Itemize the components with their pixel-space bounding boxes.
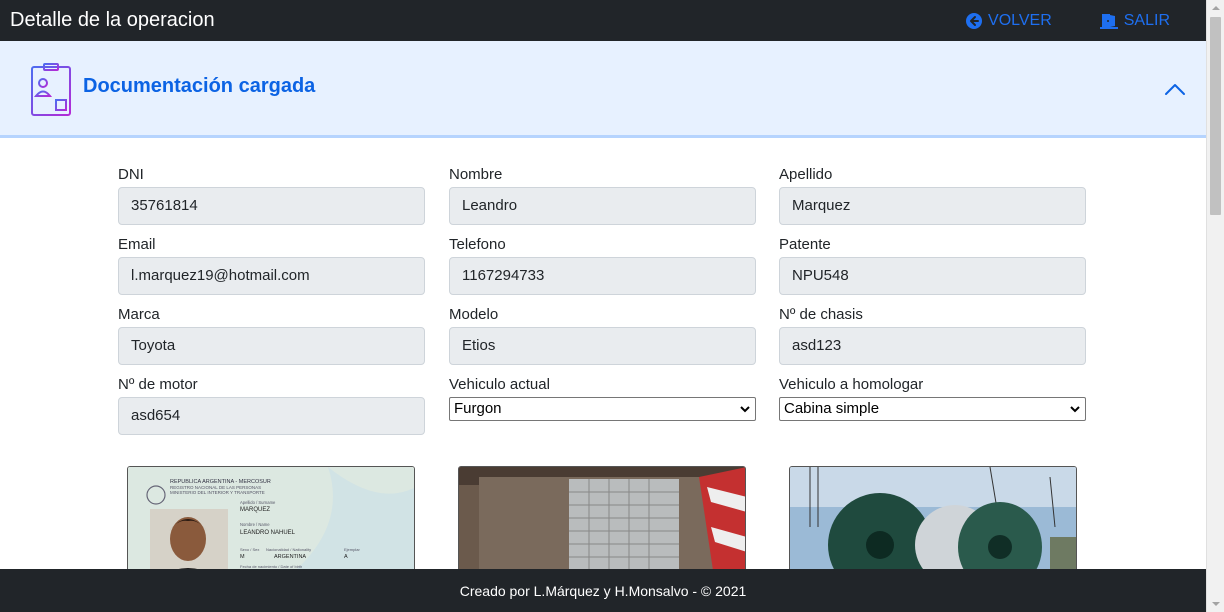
scrollbar-thumb[interactable] <box>1210 17 1221 215</box>
telefono-input[interactable]: 1167294733 <box>449 257 756 295</box>
chevron-down-icon <box>1070 406 1080 413</box>
nombre-input[interactable]: Leandro <box>449 187 756 225</box>
nombre-field-group: Nombre Leandro <box>449 165 756 225</box>
id-card-nacionalidad-label: Nacionalidad / Nationality <box>266 547 311 552</box>
marca-input[interactable]: Toyota <box>118 327 425 365</box>
vehiculo-actual-value: Furgon <box>454 400 502 417</box>
dni-input[interactable]: 35761814 <box>118 187 425 225</box>
accordion-title: Documentación cargada <box>83 75 316 97</box>
cable-reels-image <box>790 467 1076 575</box>
patente-input[interactable]: NPU548 <box>779 257 1086 295</box>
vehiculo-actual-select[interactable]: Furgon <box>449 397 756 421</box>
id-card-apellido-label: Apellido / Surname <box>240 500 276 505</box>
salir-label: SALIR <box>1123 11 1170 29</box>
email-field-group: Email l.marquez19@hotmail.com <box>118 235 425 295</box>
salir-button[interactable]: SALIR <box>1099 11 1170 30</box>
modelo-input[interactable]: Etios <box>449 327 756 365</box>
id-card-nacionalidad: ARGENTINA <box>274 554 306 560</box>
id-card-sexo: M <box>240 554 245 560</box>
patente-label: Patente <box>779 236 831 253</box>
dni-photo[interactable]: REPUBLICA ARGENTINA - MERCOSUR REGISTRO … <box>127 466 415 576</box>
chasis-input[interactable]: asd123 <box>779 327 1086 365</box>
id-card-apellido: MARQUEZ <box>240 507 270 513</box>
email-label: Email <box>118 236 156 253</box>
door-exit-icon <box>1099 13 1118 29</box>
id-card-icon <box>31 63 71 116</box>
top-navbar: Detalle de la operacion VOLVER SALIR <box>0 0 1206 41</box>
motor-input[interactable]: asd654 <box>118 397 425 435</box>
vehiculo-homologar-value: Cabina simple <box>784 400 880 417</box>
vehicle-floor-image <box>459 467 745 575</box>
marca-field-group: Marca Toyota <box>118 305 425 365</box>
nombre-label: Nombre <box>449 166 503 183</box>
dni-field-group: DNI 35761814 <box>118 165 425 225</box>
id-card-sexo-label: Sexo / Sex <box>240 547 259 552</box>
apellido-label: Apellido <box>779 166 833 183</box>
chasis-label: Nº de chasis <box>779 306 863 323</box>
telefono-label: Telefono <box>449 236 506 253</box>
vehiculo-homologar-field-group: Vehiculo a homologar Cabina simple <box>779 375 1086 421</box>
page-title: Detalle de la operacion <box>10 9 215 31</box>
marca-label: Marca <box>118 306 160 323</box>
apellido-field-group: Apellido Marquez <box>779 165 1086 225</box>
id-card-nombre: LEANDRO NAHUEL <box>240 530 296 536</box>
id-card-image: REPUBLICA ARGENTINA - MERCOSUR REGISTRO … <box>128 467 414 575</box>
chevron-up-icon[interactable] <box>1164 81 1186 97</box>
vehiculo-actual-label: Vehiculo actual <box>449 376 550 393</box>
vertical-scrollbar[interactable] <box>1206 0 1224 612</box>
navbar-actions: VOLVER SALIR <box>966 0 1206 41</box>
dni-label: DNI <box>118 166 144 183</box>
back-arrow-icon <box>966 12 983 29</box>
id-card-ejemplar-label: Ejemplar <box>344 547 360 552</box>
page-viewport: Detalle de la operacion VOLVER SALIR Doc… <box>0 0 1206 612</box>
footer-credits: Creado por L.Márquez y H.Monsalvo - © 20… <box>459 582 747 599</box>
motor-label: Nº de motor <box>118 376 198 393</box>
cable-reels-photo[interactable] <box>789 466 1077 576</box>
documentacion-accordion-header[interactable]: Documentación cargada <box>0 41 1206 138</box>
vehiculo-actual-field-group: Vehiculo actual Furgon <box>449 375 756 421</box>
vehiculo-homologar-label: Vehiculo a homologar <box>779 376 924 393</box>
scroll-down-arrow-icon[interactable] <box>1212 600 1220 608</box>
id-card-sub2: MINISTERIO DEL INTERIOR Y TRANSPORTE <box>170 490 265 495</box>
chevron-down-icon <box>740 406 750 413</box>
patente-field-group: Patente NPU548 <box>779 235 1086 295</box>
id-card-ejemplar: A <box>344 554 348 560</box>
modelo-label: Modelo <box>449 306 499 323</box>
apellido-input[interactable]: Marquez <box>779 187 1086 225</box>
vehiculo-homologar-select[interactable]: Cabina simple <box>779 397 1086 421</box>
volver-label: VOLVER <box>988 11 1052 29</box>
modelo-field-group: Modelo Etios <box>449 305 756 365</box>
volver-button[interactable]: VOLVER <box>966 12 1052 30</box>
page-footer: Creado por L.Márquez y H.Monsalvo - © 20… <box>0 569 1206 612</box>
chasis-field-group: Nº de chasis asd123 <box>779 305 1086 365</box>
chassis-photo[interactable] <box>458 466 746 576</box>
email-input[interactable]: l.marquez19@hotmail.com <box>118 257 425 295</box>
motor-field-group: Nº de motor asd654 <box>118 375 425 435</box>
telefono-field-group: Telefono 1167294733 <box>449 235 756 295</box>
id-card-nombre-label: Nombre / Name <box>240 522 270 527</box>
scroll-up-arrow-icon[interactable] <box>1212 4 1220 12</box>
